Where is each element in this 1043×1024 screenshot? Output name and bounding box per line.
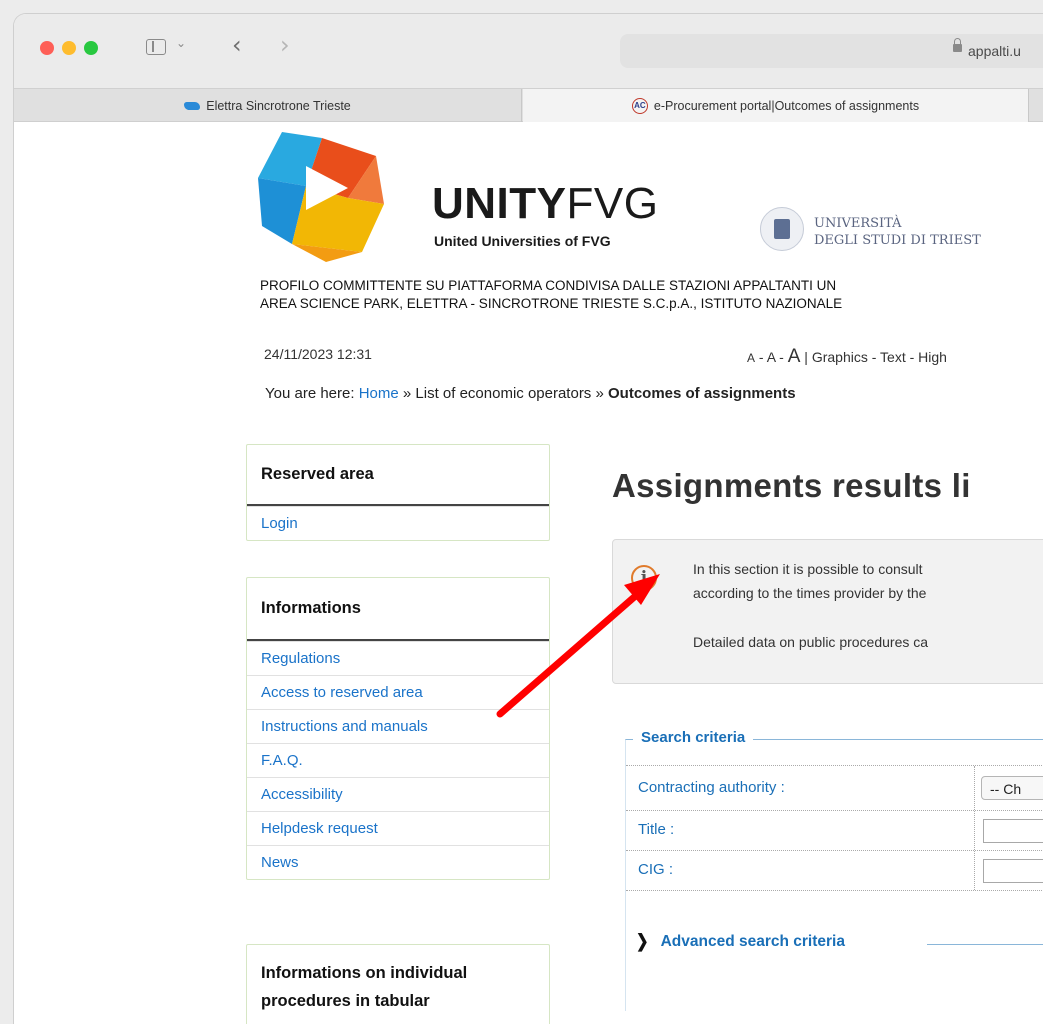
university-name-line1: UNIVERSITÀ (814, 216, 902, 231)
breadcrumb-home-link[interactable]: Home (359, 385, 399, 402)
close-window-button[interactable] (40, 41, 54, 55)
tabular-info-box: Informations on individual procedures in… (246, 944, 550, 1024)
ac-favicon-icon: AC (631, 97, 648, 114)
sidebar-item-accessibility[interactable]: Accessibility (247, 777, 549, 811)
info-icon: i (631, 565, 657, 591)
back-arrow-icon[interactable]: ‹ (232, 31, 242, 59)
display-mode-links[interactable]: | Graphics - Text - High (800, 349, 947, 365)
elettra-favicon-icon (184, 101, 201, 110)
sidebar-item-access-reserved[interactable]: Access to reserved area (247, 675, 549, 709)
forward-arrow-icon[interactable]: › (280, 31, 290, 59)
minimize-window-button[interactable] (62, 41, 76, 55)
cig-input[interactable] (983, 859, 1043, 883)
unityfvg-logo-icon[interactable] (252, 126, 388, 262)
sidebar-item-regulations[interactable]: Regulations (247, 641, 549, 675)
info-panel: i In this section it is possible to cons… (612, 539, 1043, 684)
tab-eprocurement[interactable]: AC e-Procurement portal|Outcomes of assi… (523, 89, 1029, 122)
font-medium-link[interactable]: A (767, 349, 776, 365)
contracting-authority-row: Contracting authority : -- Ch (626, 765, 1043, 811)
sidebar-item-helpdesk[interactable]: Helpdesk request (247, 811, 549, 845)
current-datetime: 24/11/2023 12:31 (264, 346, 372, 362)
sidebar-item-instructions[interactable]: Instructions and manuals (247, 709, 549, 743)
unityfvg-wordmark: UNITYFVG (432, 179, 659, 228)
reserved-area-title: Reserved area (247, 445, 549, 506)
unityfvg-tagline: United Universities of FVG (434, 233, 611, 249)
advanced-search-toggle[interactable]: ❯ Advanced search criteria (636, 931, 845, 952)
sidebar-item-news[interactable]: News (247, 845, 549, 879)
browser-window: ⌄ ‹ › appalti.u Elettra Sincrotrone Trie… (14, 14, 1043, 1024)
profile-description: PROFILO COMMITTENTE SU PIATTAFORMA CONDI… (260, 278, 843, 311)
tabular-info-title: Informations on individual procedures in… (261, 964, 468, 1010)
chevron-down-icon[interactable]: ⌄ (176, 36, 186, 50)
tab-elettra[interactable]: Elettra Sincrotrone Trieste (14, 89, 522, 122)
page-title: Assignments results li (612, 467, 971, 504)
university-name-line2: DEGLI STUDI DI TRIEST (814, 233, 981, 248)
sidebar-toggle-icon[interactable] (146, 39, 166, 55)
tab-label: e-Procurement portal|Outcomes of assignm… (653, 98, 920, 113)
font-large-link[interactable]: A (788, 346, 801, 367)
advanced-search-divider (927, 944, 1043, 945)
breadcrumb: You are here: Home » List of economic op… (265, 385, 796, 402)
font-small-link[interactable]: A (747, 351, 755, 365)
url-text: appalti.u (968, 43, 1021, 59)
university-seal-icon (760, 207, 804, 251)
cig-row: CIG : (626, 851, 1043, 891)
sidebar-item-faq[interactable]: F.A.Q. (247, 743, 549, 777)
informations-box: Informations Regulations Access to reser… (246, 577, 550, 880)
contracting-authority-select[interactable]: -- Ch (981, 776, 1043, 800)
browser-toolbar: ⌄ ‹ › appalti.u (14, 14, 1043, 88)
search-criteria-fieldset: Search criteria Contracting authority : … (625, 729, 1043, 1011)
informations-title: Informations (247, 578, 549, 641)
title-input[interactable] (983, 819, 1043, 843)
tab-bar: Elettra Sincrotrone Trieste AC e-Procure… (14, 88, 1043, 122)
breadcrumb-current: Outcomes of assignments (608, 385, 796, 402)
lock-icon (953, 38, 962, 52)
reserved-area-box: Reserved area Login (246, 444, 550, 541)
tab-label: Elettra Sincrotrone Trieste (206, 98, 351, 113)
accessibility-toolbar: A - A - A | Graphics - Text - High (747, 346, 947, 367)
search-criteria-legend: Search criteria (633, 729, 754, 746)
zoom-window-button[interactable] (84, 41, 98, 55)
page-content: UNITYFVG United Universities of FVG UNIV… (14, 122, 1043, 1024)
chevron-right-icon: ❯ (636, 931, 649, 952)
breadcrumb-middle: List of economic operators (415, 385, 592, 402)
address-bar[interactable]: appalti.u (620, 34, 1043, 68)
sidebar-item-login[interactable]: Login (247, 506, 549, 540)
title-row: Title : (626, 811, 1043, 851)
